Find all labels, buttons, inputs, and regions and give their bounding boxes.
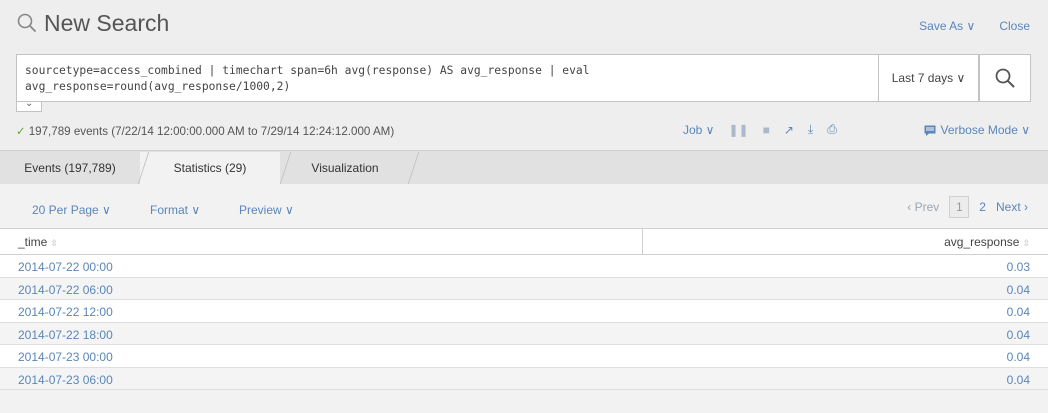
save-as-button[interactable]: Save As ∨ <box>919 19 975 33</box>
event-count-text: 197,789 events (7/22/14 12:00:00.000 AM … <box>28 124 395 138</box>
close-button[interactable]: Close <box>999 19 1030 33</box>
table-row: 2014-07-22 00:00 0.03 <box>0 255 1048 278</box>
avg-response-cell[interactable]: 0.04 <box>1007 328 1030 342</box>
expand-search-toggle[interactable]: ⌄ <box>16 98 42 112</box>
table-header: _time ⇳ avg_response ⇳ <box>0 228 1048 256</box>
next-page-button[interactable]: Next › <box>996 200 1028 214</box>
time-cell[interactable]: 2014-07-23 06:00 <box>18 373 113 387</box>
title-group: New Search <box>16 10 169 36</box>
search-query-text[interactable]: sourcetype=access_combined | timechart s… <box>25 63 865 95</box>
prev-page-button[interactable]: ‹ Prev <box>907 200 939 214</box>
tab-statistics[interactable]: Statistics (29) <box>140 152 280 184</box>
table-row: 2014-07-23 00:00 0.04 <box>0 345 1048 368</box>
print-icon[interactable]: ⎙ <box>827 122 837 137</box>
search-header: New Search Save As ∨ Close <box>0 0 1048 46</box>
job-menu[interactable]: Job ∨ <box>683 123 714 137</box>
table-row: 2014-07-22 06:00 0.04 <box>0 277 1048 300</box>
search-mode-label: Verbose Mode ∨ <box>940 123 1030 137</box>
search-icon <box>995 68 1015 88</box>
sort-icon: ⇳ <box>50 238 58 248</box>
sort-icon: ⇳ <box>1022 238 1030 248</box>
avg-response-cell[interactable]: 0.04 <box>1007 350 1030 364</box>
current-page: 1 <box>949 196 970 218</box>
search-mode-menu[interactable]: Verbose Mode ∨ <box>924 123 1030 137</box>
mode-icon <box>924 125 936 136</box>
column-divider <box>642 229 643 256</box>
format-menu[interactable]: Format ∨ <box>150 203 200 217</box>
search-button[interactable] <box>979 54 1031 102</box>
checkmark-icon: ✓ <box>16 125 26 138</box>
pause-icon[interactable]: ❚❚ <box>728 123 748 137</box>
chevron-down-icon: ⌄ <box>25 98 34 109</box>
column-header-label: avg_response <box>944 235 1020 249</box>
time-cell[interactable]: 2014-07-22 12:00 <box>18 305 113 319</box>
avg-response-cell[interactable]: 0.04 <box>1007 305 1030 319</box>
table-row: 2014-07-22 18:00 0.04 <box>0 322 1048 345</box>
column-header-avg-response[interactable]: avg_response ⇳ <box>944 235 1030 249</box>
time-cell[interactable]: 2014-07-23 00:00 <box>18 350 113 364</box>
avg-response-cell[interactable]: 0.04 <box>1007 373 1030 387</box>
column-header-time[interactable]: _time ⇳ <box>18 235 58 249</box>
tab-events[interactable]: Events (197,789) <box>0 152 140 184</box>
time-cell[interactable]: 2014-07-22 18:00 <box>18 328 113 342</box>
pagination: ‹ Prev 1 2 Next › <box>907 196 1028 218</box>
export-icon[interactable]: ⤓ <box>808 122 813 137</box>
share-icon[interactable]: ↗ <box>784 123 794 137</box>
avg-response-cell[interactable]: 0.04 <box>1007 283 1030 297</box>
page-title: New Search <box>44 10 170 36</box>
preview-menu[interactable]: Preview ∨ <box>239 203 294 217</box>
avg-response-cell[interactable]: 0.03 <box>1007 260 1030 274</box>
column-header-label: _time <box>18 235 48 249</box>
time-range-picker[interactable]: Last 7 days ∨ <box>879 54 979 102</box>
search-query-input[interactable]: sourcetype=access_combined | timechart s… <box>16 54 879 102</box>
event-count-status: ✓ 197,789 events (7/22/14 12:00:00.000 A… <box>16 124 395 139</box>
page-2-link[interactable]: 2 <box>979 200 986 214</box>
job-toolbar: Job ∨ ❚❚ ■ ↗ ⤓ ⎙ <box>683 122 837 137</box>
time-cell[interactable]: 2014-07-22 06:00 <box>18 283 113 297</box>
search-icon <box>17 13 36 32</box>
time-cell[interactable]: 2014-07-22 00:00 <box>18 260 113 274</box>
per-page-menu[interactable]: 20 Per Page ∨ <box>32 203 111 217</box>
table-row: 2014-07-23 06:00 0.04 <box>0 367 1048 390</box>
table-body: 2014-07-22 00:00 0.03 2014-07-22 06:00 0… <box>0 255 1048 390</box>
results-table: _time ⇳ avg_response ⇳ 2014-07-22 00:00 0.… <box>0 228 1048 390</box>
tab-visualization[interactable]: Visualization <box>280 152 410 184</box>
stop-icon[interactable]: ■ <box>763 123 770 137</box>
table-row: 2014-07-22 12:00 0.04 <box>0 300 1048 323</box>
